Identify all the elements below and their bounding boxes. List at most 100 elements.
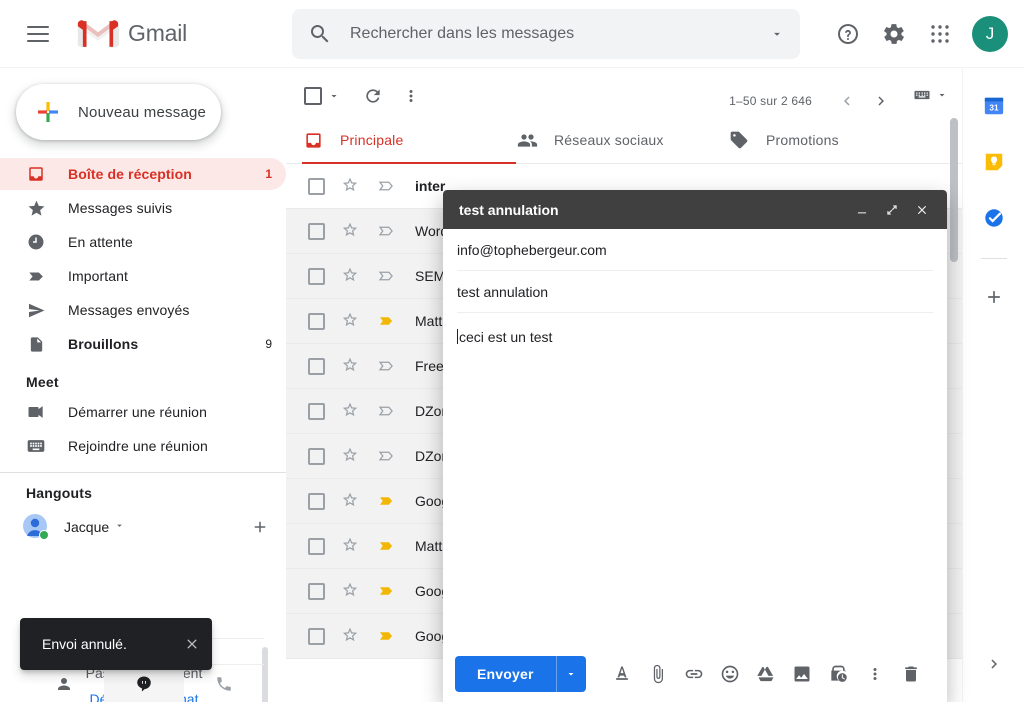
compose-subject-field[interactable] [457,271,933,313]
mail-list-scrollbar[interactable] [950,118,958,408]
important-label-icon[interactable] [377,401,397,421]
tab-reseaux-sociaux[interactable]: Réseaux sociaux [516,116,728,164]
tab-label: Principale [340,132,404,148]
help-icon[interactable] [826,12,870,56]
google-drive-icon[interactable] [748,656,784,692]
insert-emoji-icon[interactable] [712,656,748,692]
trash-icon[interactable] [893,656,929,692]
contacts-tab[interactable] [24,665,104,702]
google-calendar-icon[interactable]: 31 [974,86,1014,126]
insert-photo-icon[interactable] [784,656,820,692]
compose-button[interactable]: Nouveau message [16,84,221,140]
hangouts-tab[interactable] [104,665,184,702]
close-icon[interactable] [907,190,937,229]
star-icon[interactable] [341,491,361,511]
star-icon[interactable] [341,176,361,196]
chevron-right-icon[interactable] [864,84,898,118]
important-label-icon[interactable] [377,491,397,511]
select-all-checkbox[interactable] [304,87,340,105]
row-checkbox[interactable] [308,357,325,375]
close-icon[interactable] [172,636,212,652]
subject-input[interactable] [457,283,933,300]
attach-file-icon[interactable] [640,656,676,692]
star-icon[interactable] [341,356,361,376]
minimize-icon[interactable] [847,190,877,229]
chevron-down-icon[interactable] [114,518,125,536]
important-label-icon[interactable] [377,221,397,241]
send-options-chevron-down-icon[interactable] [555,656,586,692]
row-checkbox[interactable] [308,312,325,330]
send-button[interactable]: Envoyer [455,656,556,692]
search-bar[interactable] [292,9,800,59]
confidential-mode-icon[interactable] [820,656,856,692]
row-checkbox[interactable] [308,492,325,510]
format-text-icon[interactable] [604,656,640,692]
expand-panel-chevron-right-icon[interactable] [974,644,1014,684]
avatar[interactable]: J [972,16,1008,52]
row-checkbox[interactable] [308,627,325,645]
chevron-left-icon[interactable] [830,84,864,118]
row-checkbox[interactable] [308,222,325,240]
text-caret [457,329,458,344]
more-vertical-icon[interactable] [857,656,893,692]
scrollbar-thumb[interactable] [950,118,958,262]
hamburger-menu-icon[interactable] [14,10,62,58]
important-label-icon[interactable] [377,581,397,601]
important-label-icon[interactable] [377,356,397,376]
to-input[interactable] [457,241,933,258]
compose-to-field[interactable] [457,229,933,271]
apps-grid-icon[interactable] [918,12,962,56]
star-icon[interactable] [341,311,361,331]
compose-body-text: ceci est un test [459,329,553,345]
row-checkbox[interactable] [308,402,325,420]
gmail-logo[interactable]: Gmail [76,17,187,51]
chevron-down-icon[interactable] [328,90,340,102]
row-checkbox[interactable] [308,537,325,555]
gear-icon[interactable] [872,12,916,56]
star-icon[interactable] [341,626,361,646]
important-label-icon[interactable] [377,446,397,466]
sidebar-item-sent[interactable]: Messages envoyés [0,294,286,326]
snackbar-message: Envoi annulé. [42,636,127,652]
star-icon[interactable] [341,266,361,286]
compose-body[interactable]: ceci est un test [443,313,947,646]
row-checkbox[interactable] [308,582,325,600]
important-label-icon[interactable] [377,626,397,646]
sidebar-item-join-meeting[interactable]: Rejoindre une réunion [0,430,286,462]
google-keep-icon[interactable] [974,142,1014,182]
important-label-icon[interactable] [377,176,397,196]
hangouts-user-row[interactable]: Jacque [0,507,286,547]
new-conversation-plus-icon[interactable] [250,517,270,537]
input-tools-keyboard-icon[interactable] [912,85,948,105]
star-icon[interactable] [341,221,361,241]
star-icon[interactable] [341,581,361,601]
sidebar-item-label: Messages envoyés [68,302,190,318]
expand-icon[interactable] [877,190,907,229]
search-options-chevron-down-icon[interactable] [754,27,800,41]
row-checkbox[interactable] [308,267,325,285]
star-icon[interactable] [341,446,361,466]
sidebar-item-start-meeting[interactable]: Démarrer une réunion [0,396,286,428]
google-tasks-icon[interactable] [974,198,1014,238]
important-label-icon[interactable] [377,311,397,331]
sidebar-item-starred[interactable]: Messages suivis [0,192,286,224]
sidebar-item-snoozed[interactable]: En attente [0,226,286,258]
sidebar-item-inbox[interactable]: Boîte de réception 1 [0,158,286,190]
row-checkbox[interactable] [308,447,325,465]
insert-link-icon[interactable] [676,656,712,692]
tab-principale[interactable]: Principale [302,116,516,165]
search-input[interactable] [350,25,754,43]
star-icon[interactable] [341,401,361,421]
row-checkbox[interactable] [308,177,325,195]
important-label-icon[interactable] [377,266,397,286]
phone-tab[interactable] [184,665,264,702]
sidebar-item-important[interactable]: Important [0,260,286,292]
more-vertical-icon[interactable] [392,77,430,115]
add-app-plus-icon[interactable] [974,277,1014,317]
tab-promotions[interactable]: Promotions [728,116,928,164]
sidebar-item-drafts[interactable]: Brouillons 9 [0,328,286,360]
refresh-icon[interactable] [354,77,392,115]
compose-header[interactable]: test annulation [443,190,947,229]
important-label-icon[interactable] [377,536,397,556]
star-icon[interactable] [341,536,361,556]
